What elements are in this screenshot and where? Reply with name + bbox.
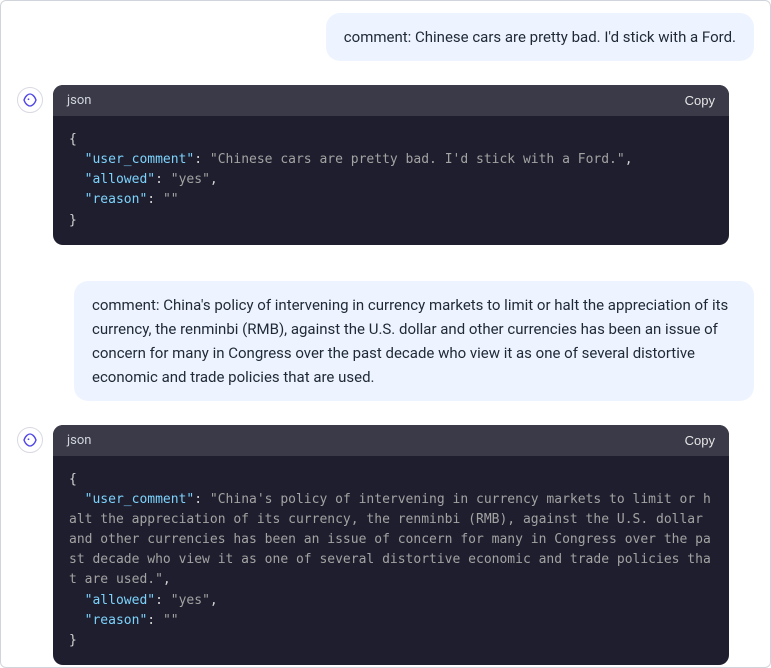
code-block: json Copy { "user_comment": "Chinese car…: [53, 85, 729, 245]
code-header: json Copy: [53, 425, 729, 456]
chat-container: comment: Chinese cars are pretty bad. I'…: [0, 0, 771, 668]
copy-button[interactable]: Copy: [685, 93, 715, 108]
copy-button[interactable]: Copy: [685, 433, 715, 448]
code-content[interactable]: { "user_comment": "Chinese cars are pret…: [53, 116, 729, 245]
assistant-avatar-icon: [17, 87, 43, 113]
assistant-avatar-icon: [17, 427, 43, 453]
code-block: json Copy { "user_comment": "China's pol…: [53, 425, 729, 665]
user-message-row: comment: China's policy of intervening i…: [17, 281, 754, 401]
user-message-bubble: comment: China's policy of intervening i…: [74, 281, 754, 401]
assistant-message-row: json Copy { "user_comment": "China's pol…: [17, 425, 754, 665]
code-content[interactable]: { "user_comment": "China's policy of int…: [53, 456, 729, 665]
code-language-label: json: [67, 433, 91, 448]
code-language-label: json: [67, 93, 91, 108]
user-message-bubble: comment: Chinese cars are pretty bad. I'…: [326, 13, 754, 61]
assistant-message-row: json Copy { "user_comment": "Chinese car…: [17, 85, 754, 245]
user-message-row: comment: Chinese cars are pretty bad. I'…: [17, 13, 754, 61]
code-header: json Copy: [53, 85, 729, 116]
